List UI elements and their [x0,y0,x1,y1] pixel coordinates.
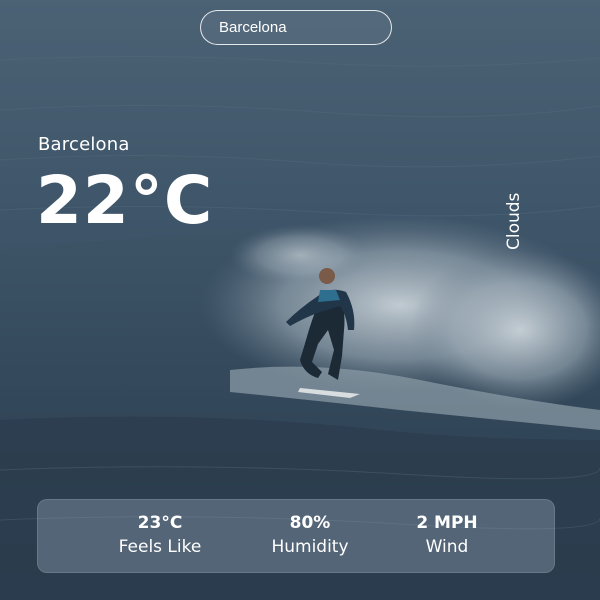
feels-like-value: 23°C [137,513,183,533]
feels-like-stat: 23°C Feels Like [95,512,225,560]
current-temperature: 22°C [36,162,214,239]
humidity-stat: 80% Humidity [245,512,375,560]
wind-value: 2 MPH [416,513,478,533]
weather-stats-panel: 23°C Feels Like 80% Humidity 2 MPH Wind [37,499,555,573]
wind-stat: 2 MPH Wind [382,512,512,560]
humidity-value: 80% [289,513,331,533]
weather-condition: Clouds [504,192,524,250]
wind-label: Wind [425,537,469,557]
city-search-input[interactable] [200,10,392,45]
weather-app: Barcelona 22°C Clouds 23°C Feels Like 80… [0,0,600,600]
humidity-label: Humidity [271,537,349,557]
city-name: Barcelona [38,134,130,155]
feels-like-label: Feels Like [118,537,202,557]
